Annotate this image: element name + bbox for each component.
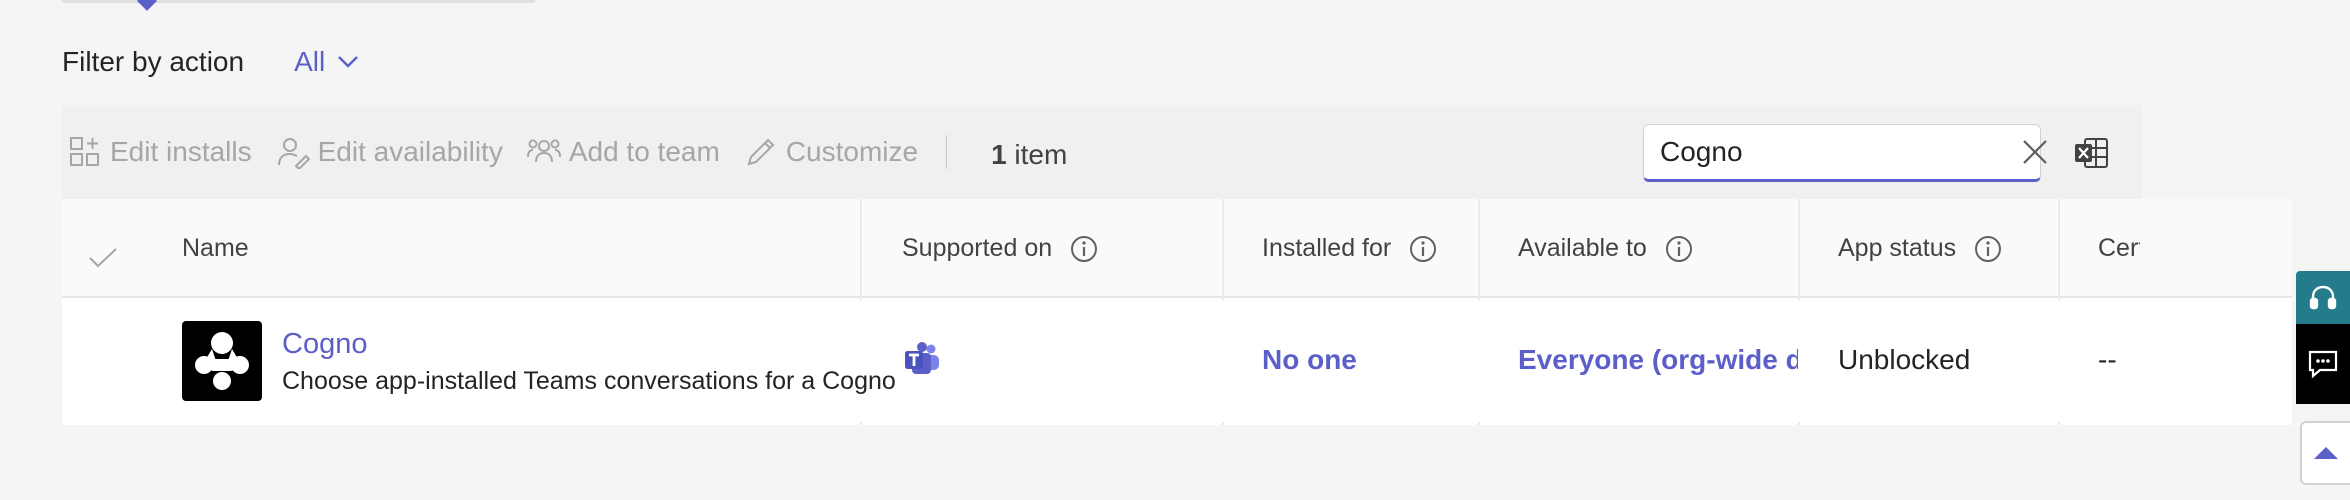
certification-value: -- (2098, 344, 2117, 375)
filter-dropdown[interactable]: All (294, 46, 359, 78)
active-tab-indicator (137, 0, 157, 11)
edit-availability-label: Edit availability (317, 136, 503, 167)
person-edit-icon (277, 138, 310, 169)
export-excel-button[interactable] (2073, 136, 2109, 175)
chevron-down-icon (338, 56, 359, 68)
info-icon[interactable] (1409, 235, 1437, 263)
column-available-to-label: Available to (1518, 234, 1647, 262)
column-header-supported-on[interactable]: Supported on (902, 199, 1098, 298)
close-icon (2023, 140, 2047, 164)
app-name-link[interactable]: Cogno (282, 328, 367, 361)
caret-up-icon (2314, 447, 2338, 459)
support-button[interactable] (2296, 271, 2350, 324)
customize-button[interactable]: Customize (744, 135, 918, 169)
edit-installs-button[interactable]: Edit installs (68, 135, 252, 169)
column-header-certification[interactable]: Cert (2098, 199, 2140, 298)
info-icon[interactable] (1974, 235, 2002, 263)
column-header-available-to[interactable]: Available to (1518, 199, 1693, 298)
grid-header: Name Supported on Installed for Availabl… (62, 199, 2292, 298)
grid-add-icon (70, 137, 99, 166)
people-team-icon (526, 139, 561, 163)
item-count-number: 1 (991, 139, 1007, 170)
column-installed-for-label: Installed for (1262, 234, 1392, 262)
filter-bar: Filter by action All (62, 40, 359, 84)
column-supported-on-label: Supported on (902, 234, 1053, 262)
column-header-app-status[interactable]: App status (1838, 199, 2002, 298)
cogno-app-logo (182, 321, 262, 401)
scroll-to-top-button[interactable] (2300, 421, 2350, 485)
headset-icon (2309, 285, 2337, 309)
item-count-unit: item (1006, 139, 1068, 170)
column-app-status-label: App status (1838, 234, 1957, 262)
installed-for-link[interactable]: No one (1262, 344, 1357, 376)
excel-icon (2075, 138, 2108, 168)
column-certification-label: Cert (2098, 234, 2140, 262)
table-row[interactable]: Cogno Choose app-installed Teams convers… (62, 300, 2292, 422)
info-icon[interactable] (1665, 235, 1693, 263)
item-count: 1 item (991, 139, 1067, 171)
column-header-installed-for[interactable]: Installed for (1262, 199, 1437, 298)
pencil-icon (747, 138, 775, 166)
add-to-team-button[interactable]: Add to team (526, 135, 720, 169)
info-icon[interactable] (1070, 235, 1098, 263)
customize-label: Customize (785, 136, 919, 167)
feedback-button[interactable] (2296, 324, 2350, 404)
column-name-label: Name (182, 234, 249, 262)
apps-grid: Name Supported on Installed for Availabl… (62, 199, 2292, 425)
edit-installs-label: Edit installs (110, 136, 252, 167)
app-description: Choose app-installed Teams conversations… (282, 367, 896, 395)
search-box (1643, 124, 2047, 182)
add-to-team-label: Add to team (568, 136, 720, 167)
teams-icon (905, 342, 939, 374)
app-status-value: Unblocked (1838, 344, 1971, 375)
column-header-name[interactable]: Name (182, 199, 249, 298)
select-all-checkmark-icon[interactable] (88, 247, 118, 269)
feedback-icon (2308, 350, 2338, 379)
filter-value: All (294, 46, 326, 77)
toolbar-divider (946, 135, 948, 169)
clear-search-button[interactable] (2021, 138, 2049, 166)
tab-underline (62, 0, 535, 3)
available-to-link[interactable]: Everyone (org-wide de (1518, 344, 1798, 376)
cogno-logo-icon (195, 332, 249, 390)
filter-label: Filter by action (62, 46, 245, 77)
edit-availability-button[interactable]: Edit availability (276, 135, 503, 169)
search-input[interactable] (1660, 136, 2021, 168)
